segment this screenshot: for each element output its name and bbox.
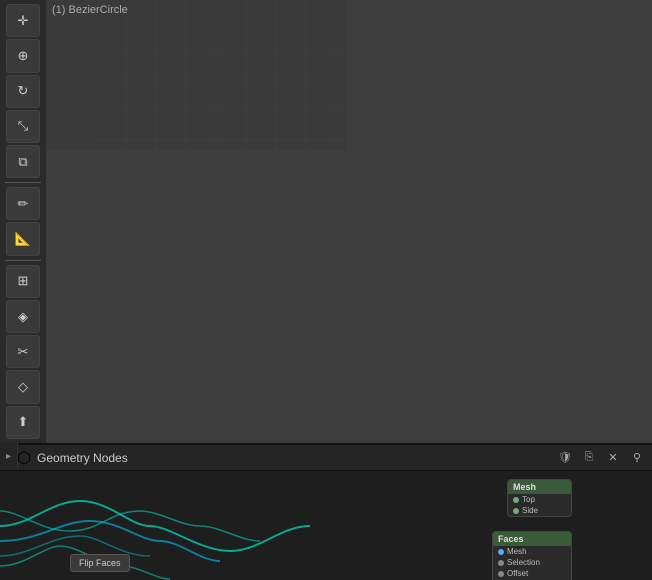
transform-tool-button[interactable]: ⧉ bbox=[6, 145, 40, 178]
rotate-tool-button[interactable]: ↻ bbox=[6, 75, 40, 108]
move-tool-button[interactable]: ⊕ bbox=[6, 39, 40, 72]
viewport-3d[interactable]: X Y Z (1) BezierCircle ✛ ⊕ ↻ ⤡ ⧉ ✏ 📐 ⊞ ◈… bbox=[0, 0, 652, 443]
panel-copy-button[interactable]: ⎘ bbox=[580, 449, 598, 467]
knife-tool-button[interactable]: ✂ bbox=[6, 335, 40, 368]
panel-title: Geometry Nodes bbox=[37, 451, 550, 465]
select-tool-button[interactable]: ◈ bbox=[6, 300, 40, 333]
panel-icon: ⬡ bbox=[17, 451, 31, 465]
faces-node-selection: Selection bbox=[493, 557, 571, 568]
faces-node-header: Faces bbox=[493, 532, 571, 546]
faces-mesh-socket bbox=[498, 549, 504, 555]
node-editor-area[interactable]: Mesh Top Side Faces Mesh Selection bbox=[0, 471, 652, 580]
expand-panel-handle[interactable]: ▸ bbox=[0, 443, 18, 469]
geometry-nodes-panel: ▸ ⬡ Geometry Nodes 🛡 ⎘ ✕ ⚲ bbox=[0, 443, 652, 580]
faces-offset-socket bbox=[498, 571, 504, 577]
left-toolbar: ✛ ⊕ ↻ ⤡ ⧉ ✏ 📐 ⊞ ◈ ✂ ◇ ⬆ bbox=[0, 0, 46, 443]
faces-selection-socket bbox=[498, 560, 504, 566]
faces-node-mesh: Mesh bbox=[493, 546, 571, 557]
panel-header: ▸ ⬡ Geometry Nodes 🛡 ⎘ ✕ ⚲ bbox=[0, 445, 652, 471]
scene-canvas: X Y Z bbox=[46, 0, 346, 150]
viewport-title: (1) BezierCircle bbox=[46, 0, 134, 20]
panel-pin-button[interactable]: ⚲ bbox=[628, 449, 646, 467]
extrude-tool-button[interactable]: ⬆ bbox=[6, 406, 40, 439]
flip-faces-button[interactable]: Flip Faces bbox=[70, 554, 130, 572]
mesh-node-header: Mesh bbox=[508, 480, 571, 494]
mesh-node-row-top: Top bbox=[508, 494, 571, 505]
cursor-tool-button[interactable]: ✛ bbox=[6, 4, 40, 37]
mesh-side-socket bbox=[513, 508, 519, 514]
faces-node-offset: Offset bbox=[493, 568, 571, 579]
viewport-title-text: (1) BezierCircle bbox=[52, 4, 128, 16]
mesh-top-socket bbox=[513, 497, 519, 503]
panel-close-button[interactable]: ✕ bbox=[604, 449, 622, 467]
toolbar-separator-2 bbox=[5, 260, 42, 261]
add-tool-button[interactable]: ⊞ bbox=[6, 265, 40, 298]
measure-tool-button[interactable]: 📐 bbox=[6, 222, 40, 255]
mesh-node-row-side: Side bbox=[508, 505, 571, 516]
mesh-node[interactable]: Mesh Top Side bbox=[507, 479, 572, 517]
faces-node[interactable]: Faces Mesh Selection Offset Offset Scal … bbox=[492, 531, 572, 580]
annotate-tool-button[interactable]: ✏ bbox=[6, 187, 40, 220]
toolbar-separator-1 bbox=[5, 182, 42, 183]
scale-tool-button[interactable]: ⤡ bbox=[6, 110, 40, 143]
bevel-tool-button[interactable]: ◇ bbox=[6, 370, 40, 403]
panel-shield-button[interactable]: 🛡 bbox=[556, 449, 574, 467]
